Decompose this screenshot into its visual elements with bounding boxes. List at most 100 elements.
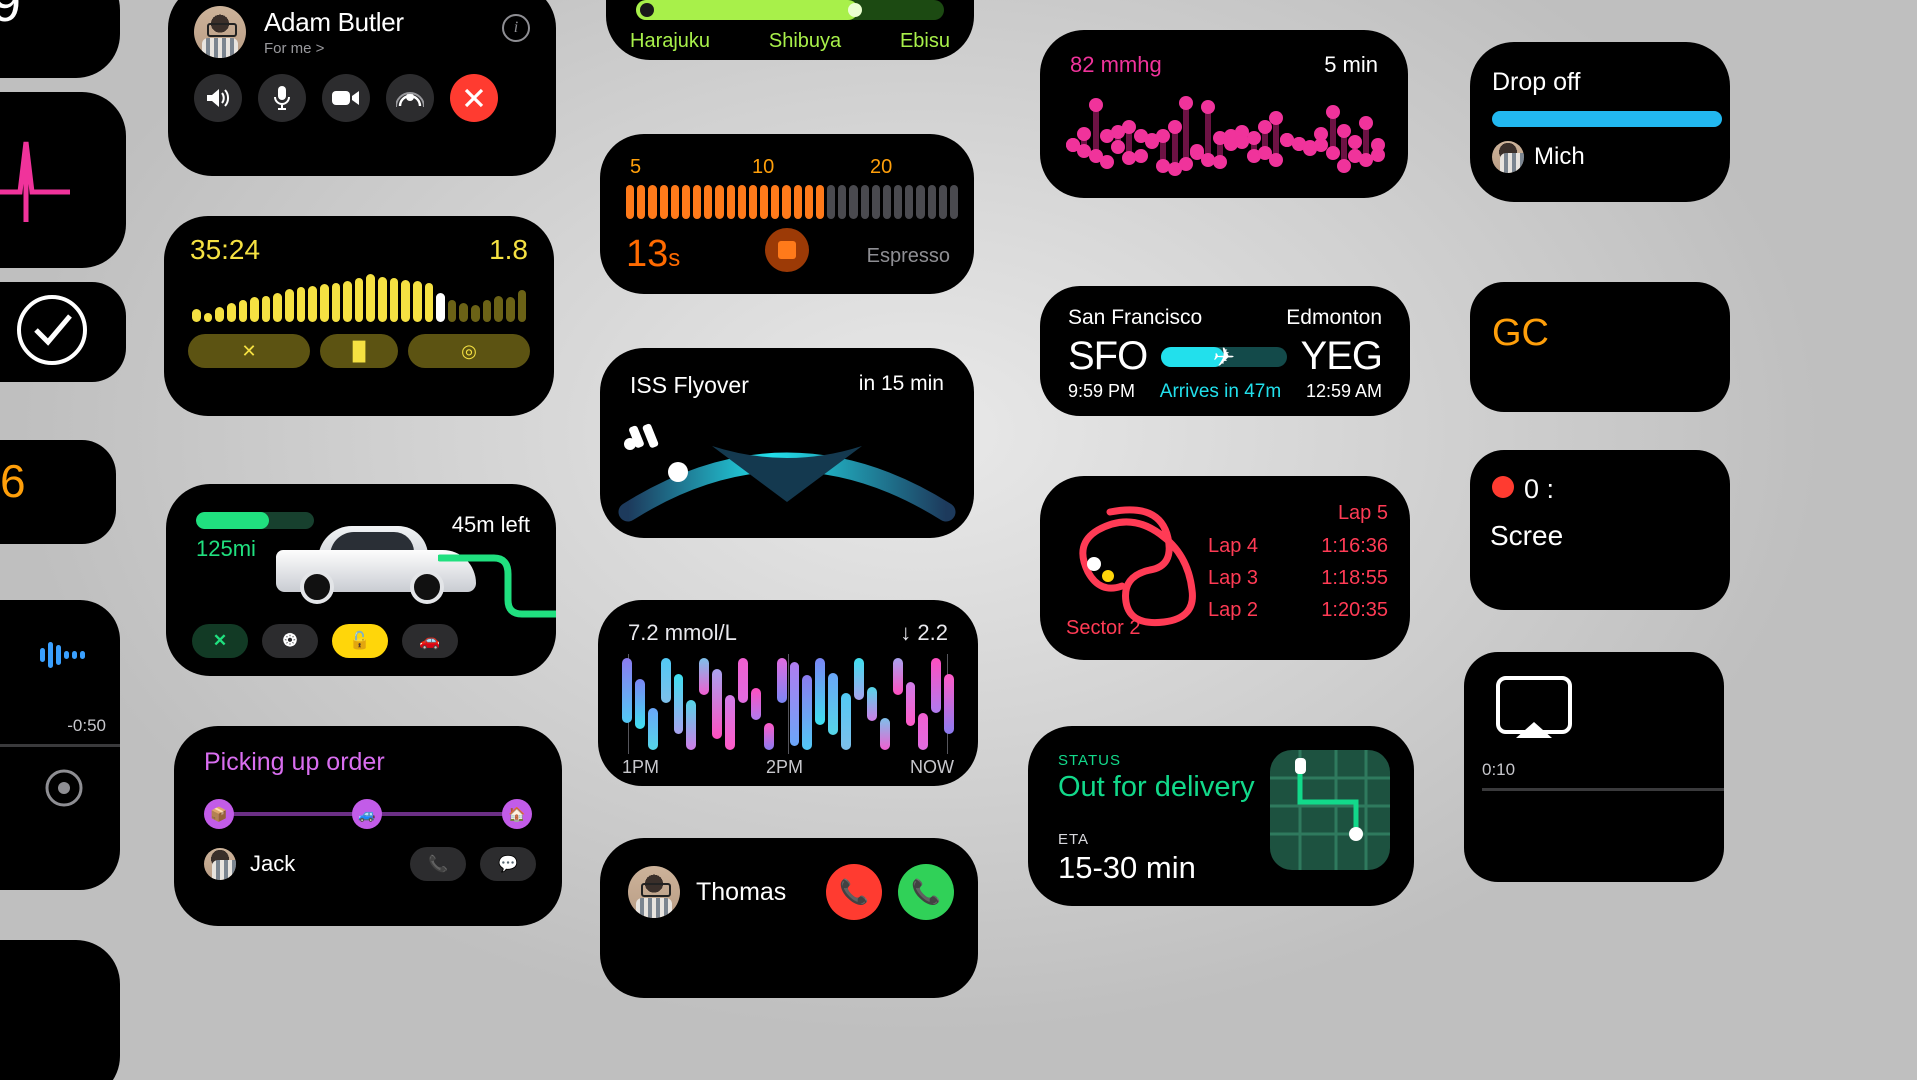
avatar — [194, 6, 246, 58]
call-card[interactable]: Adam Butler For me > i — [168, 0, 556, 176]
car-close-button[interactable]: ✕ — [192, 624, 248, 658]
coffee-tick-20: 20 — [870, 156, 893, 178]
car-unlock-button[interactable]: 🔓 — [332, 624, 388, 658]
checkmark-circle-icon — [17, 295, 87, 365]
airplay-audio-icon[interactable] — [42, 766, 86, 810]
pause-workout-button[interactable]: ▐▌ — [320, 334, 398, 368]
flight-progress-bar[interactable]: ✈ — [1161, 342, 1287, 372]
coffee-stop-button[interactable] — [765, 228, 809, 272]
audio-waveform-icon — [40, 642, 85, 668]
glucose-axis-2: NOW — [910, 757, 954, 777]
dropoff-person-row: Mich — [1470, 127, 1730, 173]
flight-depart-time: 9:59 PM — [1068, 381, 1136, 401]
delivery-card[interactable]: STATUS Out for delivery ETA 15-30 min — [1028, 726, 1414, 906]
lap-timer-card[interactable]: Lap 5 Lap 4 1:16:36 Lap 3 1:18:55 Lap 2 … — [1040, 476, 1410, 660]
car-climate-button[interactable]: ❂ — [262, 624, 318, 658]
flight-cities: San Francisco Edmonton — [1040, 286, 1410, 330]
flight-card[interactable]: San Francisco Edmonton SFO ✈ YEG 9:59 PM… — [1040, 286, 1410, 416]
coffee-card[interactable]: 5 10 20 13s Espresso — [600, 134, 974, 294]
dropoff-title: Drop off — [1492, 68, 1581, 96]
flight-origin-code: SFO — [1068, 334, 1148, 378]
checkmark-card-partial[interactable] — [0, 282, 126, 382]
audio-remaining: -0:50 — [67, 716, 106, 735]
lap-row: Lap 3 1:18:55 — [1208, 567, 1388, 590]
clock-time: :49 — [0, 0, 21, 33]
flight-destination-code: YEG — [1300, 334, 1383, 378]
transit-progress-bar[interactable] — [636, 0, 944, 20]
airplay-scrubber[interactable] — [1482, 788, 1724, 791]
dropoff-avatar — [1492, 141, 1524, 173]
lap-sector: Sector 2 — [1066, 617, 1141, 639]
lap-time: 1:16:36 — [1321, 535, 1388, 557]
delivery-eta-label: ETA — [1058, 831, 1090, 848]
timer-card-partial[interactable]: 0:46 — [0, 440, 116, 544]
glucose-card[interactable]: 7.2 mmol/L ↓ 2.2 1PM 2PM NOW — [598, 600, 978, 786]
delivery-map-icon[interactable] — [1270, 750, 1390, 870]
workout-distance: 1.8 — [489, 234, 528, 265]
audio-scrubber[interactable] — [0, 744, 120, 747]
coffee-tick-5: 5 — [630, 156, 642, 178]
video-button[interactable] — [322, 74, 370, 122]
lap-row: Lap 2 1:20:35 — [1208, 599, 1388, 622]
airplay-time: 0:10 — [1482, 760, 1516, 779]
shareplay-icon — [396, 92, 424, 108]
accept-call-button[interactable]: 📞 — [898, 864, 954, 920]
transit-card[interactable]: Harajuku Shibuya Ebisu — [606, 0, 974, 60]
lap-list: Lap 5 Lap 4 1:16:36 Lap 3 1:18:55 Lap 2 … — [1208, 502, 1388, 631]
message-call-card[interactable]: Thomas 📞 📞 — [600, 838, 978, 998]
stop-square-icon — [778, 241, 796, 259]
screen-recording-card-partial[interactable]: 0 : Scree — [1470, 450, 1730, 610]
blood-pressure-card[interactable]: 82 mmhg 5 min — [1040, 30, 1408, 198]
live-activities-wallpaper: :49 0:46 il -0:50 ▶ — [0, 0, 1917, 1080]
iss-card[interactable]: ISS Flyover in 15 min — [600, 348, 974, 538]
speaker-button[interactable] — [194, 74, 242, 122]
lap-label: Lap 3 — [1208, 567, 1259, 589]
mute-button[interactable] — [258, 74, 306, 122]
order-node-vehicle[interactable]: 🚙 — [352, 799, 382, 829]
workout-card[interactable]: 35:24 1.8 ✕ ▐▌ ◎ — [164, 216, 554, 416]
lap-time: 1:18:55 — [1321, 567, 1388, 589]
car-card[interactable]: 125mi 45m left ✕ ❂ 🔓 🚗 — [166, 484, 556, 676]
ecg-waveform-icon — [0, 141, 70, 222]
flight-progress-row: SFO ✈ YEG — [1040, 330, 1410, 379]
airplane-icon: ✈ — [1210, 341, 1233, 372]
end-call-button[interactable] — [450, 74, 498, 122]
ecg-card-partial[interactable] — [0, 92, 126, 268]
record-dot-icon — [1492, 476, 1514, 498]
gc-card-partial[interactable]: GC — [1470, 282, 1730, 412]
coffee-remaining: 13s — [626, 233, 681, 275]
end-workout-button[interactable]: ✕ — [188, 334, 310, 368]
bp-chart — [1066, 92, 1385, 184]
order-card[interactable]: Picking up order 📦 🚙 🏠 Jack 📞 💬 — [174, 726, 562, 926]
workout-header: 35:24 1.8 — [164, 216, 554, 266]
screen-label: Scree — [1490, 520, 1564, 551]
location-workout-button[interactable]: ◎ — [408, 334, 530, 368]
car-status-button[interactable]: 🚗 — [402, 624, 458, 658]
glucose-delta: ↓ 2.2 — [900, 620, 948, 645]
flight-destination-city: Edmonton — [1286, 306, 1382, 329]
courier-avatar — [204, 848, 236, 880]
bottom-left-card-partial[interactable] — [0, 940, 120, 1080]
iss-title: ISS Flyover — [630, 372, 749, 398]
lap-label: Lap 4 — [1208, 535, 1259, 557]
audio-card-partial[interactable]: il -0:50 ▶ — [0, 600, 120, 890]
caller-subtitle: For me > — [264, 40, 325, 57]
dropoff-card-partial[interactable]: Drop off Mich — [1470, 42, 1730, 202]
message-courier-button[interactable]: 💬 — [480, 847, 536, 881]
decline-call-button[interactable]: 📞 — [826, 864, 882, 920]
info-icon[interactable]: i — [502, 14, 530, 42]
glucose-chart — [622, 654, 955, 754]
iss-header: ISS Flyover in 15 min — [600, 348, 974, 399]
order-node-package[interactable]: 📦 — [204, 799, 234, 829]
contact-avatar — [628, 866, 680, 918]
caller-name: Adam Butler — [264, 7, 404, 37]
clock-card-partial[interactable]: :49 — [0, 0, 120, 78]
screen-time: 0 : — [1524, 474, 1555, 504]
call-courier-button[interactable]: 📞 — [410, 847, 466, 881]
current-lap: Lap 5 — [1337, 502, 1388, 524]
satellite-icon — [624, 423, 659, 450]
order-node-home[interactable]: 🏠 — [502, 799, 532, 829]
airplay-card-partial[interactable]: 0:10 — [1464, 652, 1724, 882]
shareplay-button[interactable] — [386, 74, 434, 122]
call-header: Adam Butler For me > — [168, 0, 556, 58]
